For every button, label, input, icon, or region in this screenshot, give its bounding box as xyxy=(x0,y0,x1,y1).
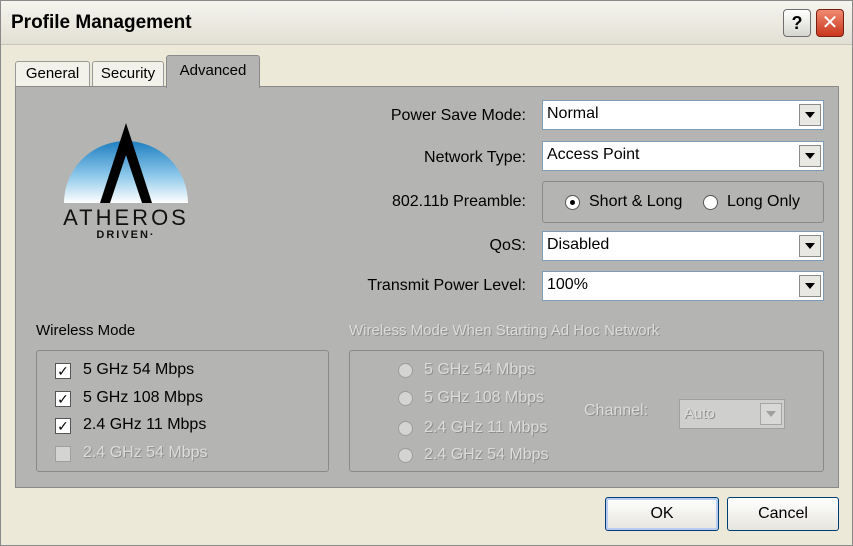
power-save-mode-select[interactable]: Normal xyxy=(542,100,824,130)
chevron-down-icon[interactable] xyxy=(799,275,821,297)
chevron-down-icon[interactable] xyxy=(799,104,821,126)
network-type-value: Access Point xyxy=(547,146,640,163)
transmit-power-label: Transmit Power Level: xyxy=(367,277,526,294)
preamble-short-long-label[interactable]: Short & Long xyxy=(589,193,682,211)
help-button[interactable]: ? xyxy=(783,9,811,37)
close-button[interactable]: ✕ xyxy=(816,9,844,37)
window-title: Profile Management xyxy=(11,12,192,33)
adhoc-5ghz-54-label: 5 GHz 54 Mbps xyxy=(424,361,536,378)
adhoc-24ghz-11-radio xyxy=(398,421,413,436)
network-type-select[interactable]: Access Point xyxy=(542,141,824,171)
advanced-panel: ATHEROS DRIVEN· Power Save Mode: Normal … xyxy=(15,86,839,488)
wireless-24ghz-11-label[interactable]: 2.4 GHz 11 Mbps xyxy=(83,416,206,434)
adhoc-24ghz-54-label: 2.4 GHz 54 Mbps xyxy=(424,446,549,463)
wireless-mode-title: Wireless Mode xyxy=(36,322,136,339)
adhoc-5ghz-108-radio xyxy=(398,391,413,406)
adhoc-channel-value: Auto xyxy=(684,405,715,422)
adhoc-5ghz-54-radio xyxy=(398,363,413,378)
adhoc-channel-select: Auto xyxy=(679,399,785,429)
power-save-mode-value: Normal xyxy=(547,105,599,122)
tab-general[interactable]: General xyxy=(15,61,90,87)
transmit-power-value: 100% xyxy=(547,276,588,293)
qos-select[interactable]: Disabled xyxy=(542,231,824,261)
adhoc-channel-label: Channel: xyxy=(584,402,649,419)
logo-brand-text: ATHEROS xyxy=(63,205,189,230)
power-save-mode-label: Power Save Mode: xyxy=(390,107,526,124)
tab-security[interactable]: Security xyxy=(92,61,164,87)
wireless-24ghz-11-checkbox[interactable]: ✓ xyxy=(55,418,71,434)
preamble-label: 802.11b Preamble: xyxy=(391,193,526,210)
wireless-24ghz-54-label: 2.4 GHz 54 Mbps xyxy=(83,444,208,461)
transmit-power-select[interactable]: 100% xyxy=(542,271,824,301)
profile-management-window: Profile Management ? ✕ General Security … xyxy=(0,0,853,546)
wireless-24ghz-54-checkbox xyxy=(55,446,71,462)
logo-tagline-text: DRIVEN· xyxy=(96,229,156,241)
wireless-mode-group: ✓ 5 GHz 54 Mbps ✓ 5 GHz 108 Mbps ✓ 2.4 G… xyxy=(36,350,329,472)
ok-button[interactable]: OK xyxy=(605,497,719,531)
preamble-short-long-radio[interactable] xyxy=(565,195,580,210)
network-type-label: Network Type: xyxy=(424,149,526,166)
adhoc-24ghz-11-label: 2.4 GHz 11 Mbps xyxy=(424,419,548,436)
qos-label: QoS: xyxy=(489,237,526,254)
adhoc-5ghz-108-label: 5 GHz 108 Mbps xyxy=(424,389,545,406)
qos-value: Disabled xyxy=(547,236,610,253)
tab-advanced[interactable]: Advanced xyxy=(166,55,260,88)
chevron-down-icon xyxy=(760,403,782,425)
preamble-group: Short & Long Long Only xyxy=(542,181,824,223)
wireless-5ghz-108-label[interactable]: 5 GHz 108 Mbps xyxy=(83,389,203,407)
wireless-5ghz-54-checkbox[interactable]: ✓ xyxy=(55,363,71,379)
title-bar[interactable]: Profile Management ? ✕ xyxy=(1,1,852,45)
chevron-down-icon[interactable] xyxy=(799,145,821,167)
wireless-5ghz-108-checkbox[interactable]: ✓ xyxy=(55,391,71,407)
adhoc-24ghz-54-radio xyxy=(398,448,413,463)
adhoc-mode-title: Wireless Mode When Starting Ad Hoc Netwo… xyxy=(349,322,660,339)
cancel-button[interactable]: Cancel xyxy=(727,497,839,531)
wireless-5ghz-54-label[interactable]: 5 GHz 54 Mbps xyxy=(83,361,194,379)
preamble-long-only-radio[interactable] xyxy=(703,195,718,210)
chevron-down-icon[interactable] xyxy=(799,235,821,257)
preamble-long-only-label[interactable]: Long Only xyxy=(727,193,800,211)
